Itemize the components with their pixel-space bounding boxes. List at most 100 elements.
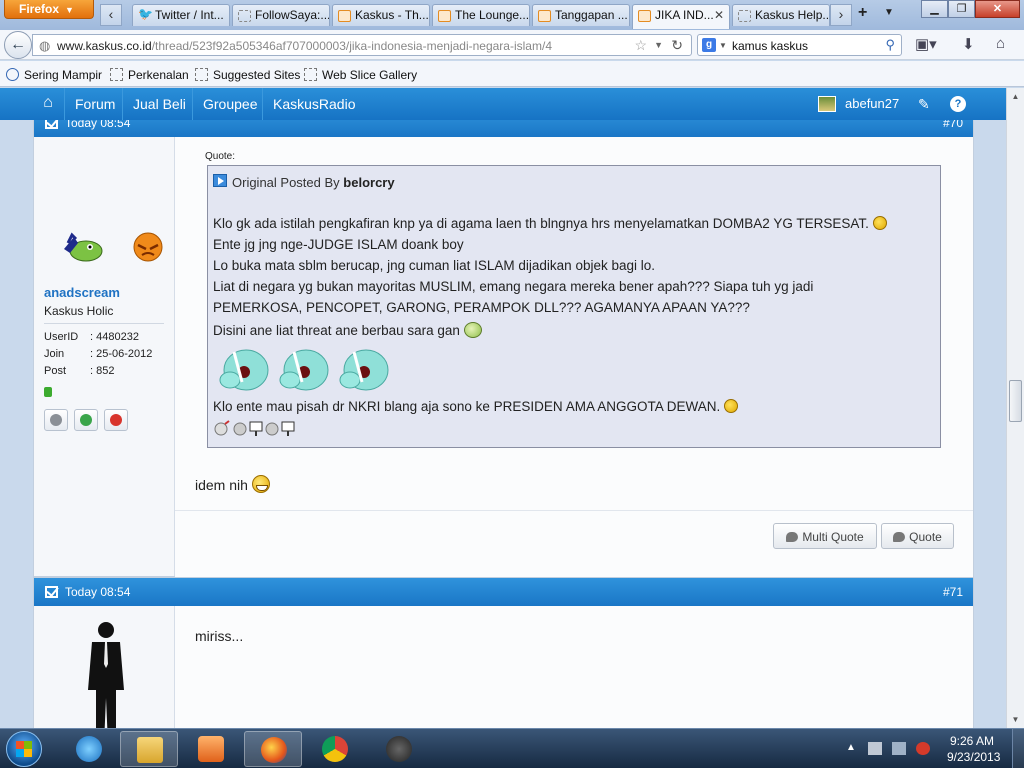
firefox-menu-button[interactable]: Firefox ▼: [4, 0, 94, 19]
start-button[interactable]: [6, 731, 42, 767]
url-history-chevron-icon[interactable]: ▼: [654, 40, 663, 50]
scroll-down-arrow-icon[interactable]: ▼: [1007, 711, 1024, 728]
home-icon[interactable]: ⌂: [33, 88, 63, 120]
chevron-down-icon: ▼: [65, 5, 74, 15]
twitter-icon: 🐦: [138, 7, 153, 21]
avatar[interactable]: [86, 620, 126, 728]
pencil-icon[interactable]: ✎: [918, 88, 930, 120]
kaskus-icon: [438, 10, 451, 22]
tab-the-lounge[interactable]: The Lounge...: [432, 4, 530, 26]
nav-jual-beli[interactable]: Jual Beli: [122, 88, 196, 120]
bookmark-sering-mampir[interactable]: Sering Mampir: [6, 68, 102, 82]
tab-jika-indonesia[interactable]: JIKA IND... ✕: [632, 4, 730, 29]
report-user-button[interactable]: [104, 409, 128, 431]
download-arrow-icon[interactable]: ⬇: [962, 35, 975, 53]
firefox-icon: [261, 737, 287, 763]
multi-quote-button[interactable]: Multi Quote: [773, 523, 877, 549]
minus-circle-icon: [50, 414, 62, 426]
speech-bubble-icon: [893, 532, 906, 542]
checkbox-icon[interactable]: [45, 586, 58, 598]
page-icon: [738, 10, 751, 22]
search-input[interactable]: kamus kaskus: [732, 39, 808, 53]
post-number-link[interactable]: #70: [943, 120, 963, 130]
view-post-arrow-icon[interactable]: [213, 174, 227, 187]
tab-kaskus-th[interactable]: Kaskus - Th...: [332, 4, 430, 26]
show-desktop-button[interactable]: [1012, 729, 1024, 768]
info-value: : 25-06-2012: [90, 348, 153, 360]
back-arrow-icon[interactable]: ←: [4, 31, 32, 59]
url-path: /thread/523f92a505346af707000003/jika-in…: [151, 39, 552, 53]
scrollbar-thumb[interactable]: [1009, 380, 1022, 422]
bookmark-perkenalan[interactable]: Perkenalan: [110, 68, 189, 82]
add-friend-button[interactable]: [74, 409, 98, 431]
flag-icon[interactable]: [868, 742, 882, 755]
smiley-icon: [463, 322, 482, 338]
help-question-icon[interactable]: ?: [950, 96, 966, 112]
post-header: Today 08:54 #71: [34, 578, 973, 606]
tab-tanggapan[interactable]: Tanggapan ...: [532, 4, 630, 26]
bookmark-label: Perkenalan: [128, 68, 189, 82]
taskbar-file-explorer[interactable]: [120, 731, 178, 767]
checkbox-icon[interactable]: [45, 120, 58, 129]
quote-author-link[interactable]: belorcry: [343, 175, 394, 190]
nav-groupee[interactable]: Groupee: [192, 88, 267, 120]
info-label: Join: [44, 348, 65, 360]
url-bar[interactable]: ◍ www.kaskus.co.id/thread/523f92a505346a…: [32, 34, 692, 56]
list-all-tabs-chevron-icon[interactable]: ▼: [884, 7, 894, 18]
url-text[interactable]: www.kaskus.co.id/thread/523f92a505346af7…: [57, 39, 552, 53]
page-scrollbar[interactable]: ▲ ▼: [1006, 88, 1024, 728]
quote-button[interactable]: Quote: [881, 523, 954, 549]
taskbar-chrome[interactable]: [306, 731, 364, 767]
bookmarks-menu-icon[interactable]: ▣▾: [915, 35, 937, 53]
post-username-link[interactable]: anadscream: [44, 285, 120, 300]
close-tab-icon[interactable]: ✕: [714, 8, 724, 22]
search-bar[interactable]: g ▼ kamus kaskus ⚲: [697, 34, 902, 56]
user-avatar[interactable]: [818, 96, 836, 112]
chevron-down-icon[interactable]: ▼: [719, 41, 727, 50]
info-value: : 4480232: [90, 331, 139, 343]
tab-title: Kaskus - Th...: [355, 8, 429, 22]
bookmark-suggested-sites[interactable]: Suggested Sites: [195, 68, 300, 82]
tab-kaskus-help[interactable]: Kaskus Help...: [732, 4, 830, 26]
close-window-button[interactable]: ✕: [975, 0, 1020, 18]
emoticon-icon: [219, 349, 269, 391]
avatar-emote-right[interactable]: [130, 229, 164, 263]
taskbar-media-player[interactable]: [182, 731, 240, 767]
scroll-up-arrow-icon[interactable]: ▲: [1007, 88, 1024, 105]
quote-line-text: Disini ane liat threat ane berbau sara g…: [213, 323, 460, 338]
nav-username[interactable]: abefun27: [845, 88, 899, 120]
tab-followsaya[interactable]: FollowSaya:...: [232, 4, 330, 26]
minimize-button[interactable]: ▁: [921, 0, 948, 18]
nav-kaskusradio[interactable]: KaskusRadio: [262, 88, 366, 120]
tab-scroll-left-button[interactable]: ‹: [100, 4, 122, 26]
google-icon[interactable]: g: [702, 38, 716, 52]
restore-button[interactable]: ❐: [948, 0, 975, 18]
clock-time[interactable]: 9:26 AM: [950, 734, 994, 748]
user-info-post: Post: 852: [44, 365, 114, 377]
bookmark-star-icon[interactable]: ☆: [634, 37, 647, 54]
folder-icon: [137, 737, 163, 763]
taskbar-internet-explorer[interactable]: [60, 731, 118, 767]
nav-forum[interactable]: Forum: [64, 88, 125, 120]
taskbar-app[interactable]: [370, 731, 428, 767]
bookmark-web-slice-gallery[interactable]: Web Slice Gallery: [304, 68, 417, 82]
ignore-user-button[interactable]: [44, 409, 68, 431]
show-hidden-icons-chevron-icon[interactable]: ▲: [846, 742, 860, 755]
smiley-icon: [872, 216, 887, 230]
taskbar-firefox[interactable]: [244, 731, 302, 767]
new-tab-plus-icon[interactable]: +: [858, 4, 867, 22]
quote-line-text: Klo ente mau pisah dr NKRI blang aja son…: [213, 399, 721, 414]
avatar-emote-left[interactable]: [60, 229, 104, 263]
tab-scroll-right-button[interactable]: ›: [830, 4, 852, 26]
volume-muted-icon[interactable]: [916, 742, 930, 755]
quote-line: Lo buka mata sblm berucap, jng cuman lia…: [213, 258, 655, 273]
search-magnifier-icon[interactable]: ⚲: [885, 37, 895, 53]
firefox-menu-label: Firefox: [19, 2, 60, 16]
tab-twitter[interactable]: 🐦 Twitter / Int...: [132, 4, 230, 26]
home-icon[interactable]: ⌂: [996, 35, 1005, 52]
reload-icon[interactable]: ↻: [671, 37, 683, 54]
clock-date[interactable]: 9/23/2013: [947, 750, 1000, 764]
quote-button-label: Quote: [909, 530, 942, 544]
post-number-link[interactable]: #71: [943, 585, 963, 599]
network-icon[interactable]: [892, 742, 906, 755]
